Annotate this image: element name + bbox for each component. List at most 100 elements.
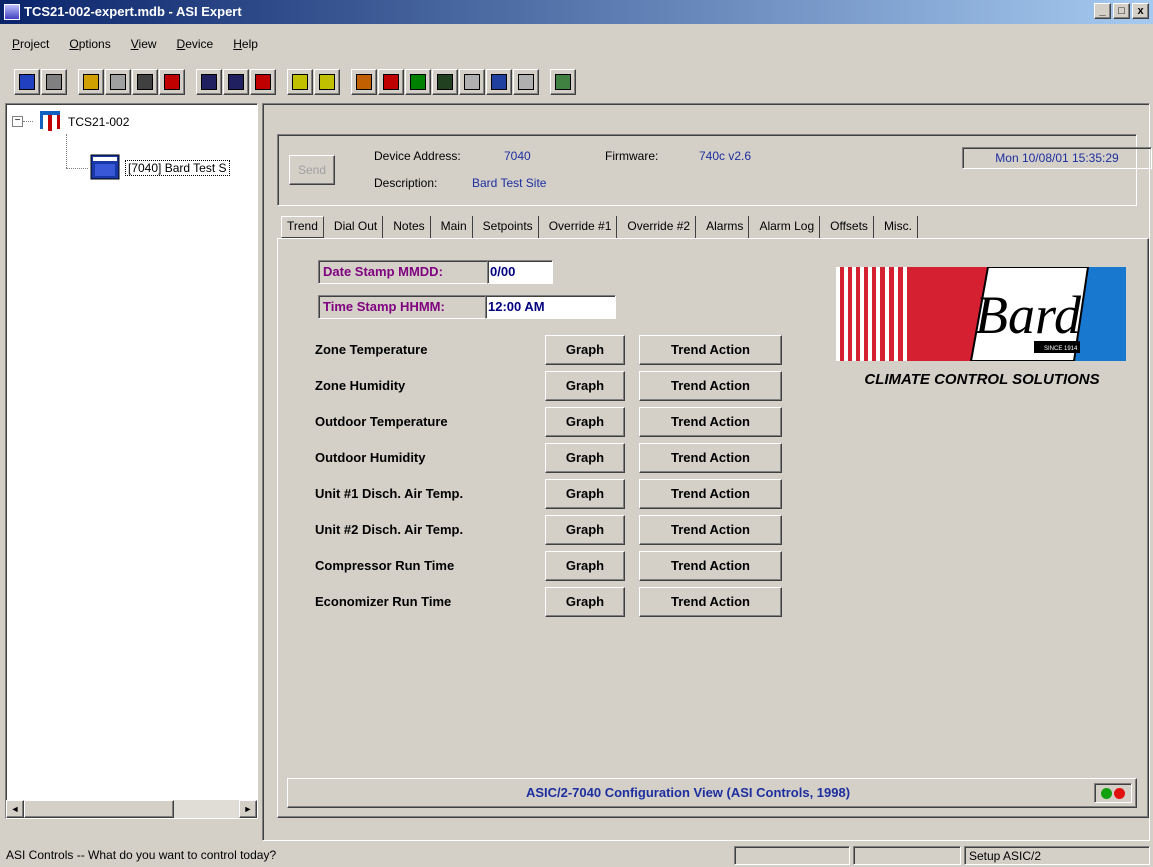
scroll-right-button[interactable]: ► [239,800,257,818]
description-value: Bard Test Site [472,176,547,190]
tree-device-item[interactable]: [7040] Bard Test S [125,160,230,176]
minimize-button[interactable]: _ [1094,3,1111,19]
menu-project[interactable]: Project [0,34,57,54]
graph-button[interactable]: Graph [545,587,625,617]
trend-row-label: Outdoor Humidity [315,450,426,465]
firmware-value: 740c v2.6 [699,149,752,163]
app-icon [4,4,20,20]
menu-device[interactable]: Device [165,34,222,54]
tree-root-label[interactable]: TCS21-002 [68,115,129,129]
trend-row-label: Outdoor Temperature [315,414,448,429]
trend-action-button[interactable]: Trend Action [639,407,782,437]
graph-button[interactable]: Graph [545,515,625,545]
trend-row-label: Economizer Run Time [315,594,452,609]
graph-button[interactable]: Graph [545,551,625,581]
status-panel-setup: Setup ASIC/2 [964,846,1150,865]
disabled-grid-icon [518,74,534,90]
monitor-button[interactable] [14,69,40,95]
ti-button[interactable] [378,69,404,95]
tree-expander[interactable]: − [12,116,23,127]
dos-download-icon [292,74,308,90]
tab-dial-out[interactable]: Dial Out [329,216,384,238]
stop-icon [164,74,180,90]
time-stamp-input[interactable]: 12:00 AM [485,295,616,319]
dos-upload-icon [319,74,335,90]
tab-notes[interactable]: Notes [388,216,431,238]
trend-action-button[interactable]: Trend Action [639,335,782,365]
disabled-grid-button[interactable] [513,69,539,95]
scroll-track[interactable] [174,800,239,818]
status-lights [1094,783,1132,803]
home-icon [356,74,372,90]
grid-button[interactable] [486,69,512,95]
square-green-button[interactable] [405,69,431,95]
scroll-left-button[interactable]: ◄ [6,800,24,818]
trend-action-button[interactable]: Trend Action [639,515,782,545]
time-stamp-label: Time Stamp HHMM: [318,295,486,319]
bard-logo: Bard SINCE 1914 CLIMATE CONTROL SOLUTION… [836,267,1128,417]
save-red-icon [255,74,271,90]
maximize-button[interactable]: □ [1113,3,1130,19]
list-icon [110,74,126,90]
configuration-caption: ASIC/2-7040 Configuration View (ASI Cont… [525,785,851,800]
trend-action-button[interactable]: Trend Action [639,443,782,473]
home-button[interactable] [351,69,377,95]
tab-misc[interactable]: Misc. [879,216,918,238]
binoculars-icon [137,74,153,90]
trend-row-label: Zone Temperature [315,342,428,357]
cd-icon [46,74,62,90]
binoculars-button[interactable] [132,69,158,95]
save-all-button[interactable] [223,69,249,95]
dos-upload-button[interactable] [314,69,340,95]
trend-row-label: Zone Humidity [315,378,406,393]
tab-main[interactable]: Main [436,216,473,238]
gear-yellow-button[interactable] [78,69,104,95]
trend-action-button[interactable]: Trend Action [639,479,782,509]
tab-override-1[interactable]: Override #1 [544,216,618,238]
save-all-icon [228,74,244,90]
tab-alarms[interactable]: Alarms [701,216,750,238]
list-button[interactable] [105,69,131,95]
trend-action-button[interactable]: Trend Action [639,371,782,401]
stop-button[interactable] [159,69,185,95]
edit-button[interactable] [550,69,576,95]
trend-row-label: Unit #1 Disch. Air Temp. [315,486,464,501]
graph-button[interactable]: Graph [545,443,625,473]
menu-help[interactable]: Help [221,34,266,54]
logo-tagline: CLIMATE CONTROL SOLUTIONS [864,371,1100,388]
trend-row-label: Unit #2 Disch. Air Temp. [315,522,464,537]
tab-setpoints[interactable]: Setpoints [478,216,539,238]
graph-button[interactable]: Graph [545,335,625,365]
tab-alarm-log[interactable]: Alarm Log [754,216,821,238]
disabled-button[interactable] [459,69,485,95]
device-icon [90,154,120,180]
square-dark-button[interactable] [432,69,458,95]
dos-download-button[interactable] [287,69,313,95]
menu-options[interactable]: Options [57,34,118,54]
status-light-red-icon [1114,787,1125,799]
trend-action-button[interactable]: Trend Action [639,551,782,581]
graph-button[interactable]: Graph [545,407,625,437]
send-button[interactable]: Send [289,155,335,185]
graph-button[interactable]: Graph [545,479,625,509]
cd-button[interactable] [41,69,67,95]
bard-logo-since: SINCE [1044,346,1062,352]
save-red-button[interactable] [250,69,276,95]
tree-horizontal-scrollbar[interactable]: ◄ ► [6,800,257,818]
window-title: TCS21-002-expert.mdb - ASI Expert [24,4,242,19]
menu-view[interactable]: View [119,34,165,54]
square-green-icon [410,74,426,90]
tab-offsets[interactable]: Offsets [825,216,874,238]
status-light-green-icon [1101,787,1112,799]
ti-icon [383,74,399,90]
trend-tab-panel: Date Stamp MMDD: 0/00 Time Stamp HHMM: 1… [277,238,1149,818]
save-button[interactable] [196,69,222,95]
bard-logo-year: 1914 [1064,346,1078,352]
tab-trend[interactable]: Trend [281,216,324,238]
scroll-thumb[interactable] [24,800,174,818]
trend-action-button[interactable]: Trend Action [639,587,782,617]
graph-button[interactable]: Graph [545,371,625,401]
date-stamp-input[interactable]: 0/00 [487,260,553,284]
close-button[interactable]: x [1132,3,1149,19]
tab-override-2[interactable]: Override #2 [622,216,697,238]
